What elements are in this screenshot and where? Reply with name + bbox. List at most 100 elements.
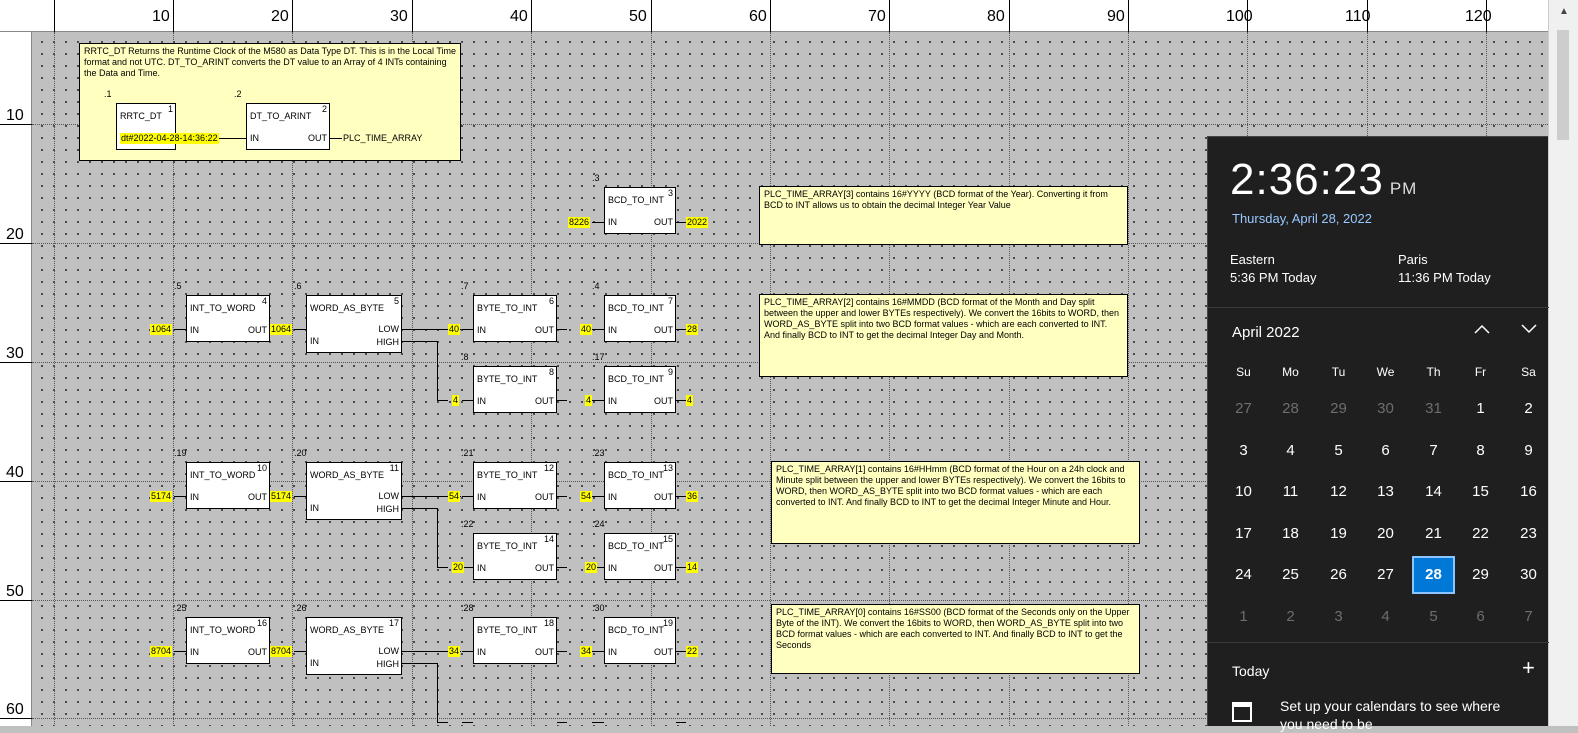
calendar-day-today[interactable]: 28 bbox=[1412, 556, 1455, 594]
calendar-day[interactable]: 2 bbox=[1505, 390, 1552, 428]
value-label: 4 bbox=[585, 395, 593, 406]
ruler-col-label: 40 bbox=[510, 8, 528, 25]
connection-wire bbox=[294, 496, 306, 497]
calendar-day[interactable]: 8 bbox=[1457, 432, 1504, 470]
block-index: .28 bbox=[461, 603, 474, 613]
block-name: BCD_TO_INT bbox=[608, 303, 664, 313]
function-block-bcd-to-int[interactable]: BCD_TO_INT 15 IN OUT bbox=[604, 533, 676, 580]
scroll-up-icon[interactable]: ▲ bbox=[1559, 6, 1569, 17]
connection-wire bbox=[402, 508, 438, 509]
calendar-day[interactable]: 30 bbox=[1362, 390, 1409, 428]
calendar-day[interactable]: 12 bbox=[1315, 473, 1362, 511]
month-label[interactable]: April 2022 bbox=[1232, 324, 1300, 341]
calendar-day[interactable]: 19 bbox=[1315, 515, 1362, 553]
block-number: 2 bbox=[321, 104, 327, 114]
function-block-bcd-to-int[interactable]: BCD_TO_INT 7 IN OUT bbox=[604, 295, 676, 342]
calendar-day[interactable]: 21 bbox=[1410, 515, 1457, 553]
calendar-day[interactable]: 23 bbox=[1505, 515, 1552, 553]
function-block-byte-to-int[interactable]: BYTE_TO_INT 8 IN OUT bbox=[473, 366, 557, 413]
connection-wire bbox=[676, 722, 686, 723]
function-block-word-as-byte[interactable]: WORD_AS_BYTE 11 IN LOW HIGH bbox=[306, 462, 402, 520]
function-block-byte-to-int[interactable]: BYTE_TO_INT 18 IN OUT bbox=[473, 617, 557, 664]
calendar-day[interactable]: 29 bbox=[1315, 390, 1362, 428]
function-block-bcd-to-int[interactable]: BCD_TO_INT 13 IN OUT bbox=[604, 462, 676, 509]
calendar-day[interactable]: 15 bbox=[1457, 473, 1504, 511]
calendar-day[interactable]: 1 bbox=[1457, 390, 1504, 428]
calendar-day[interactable]: 31 bbox=[1410, 390, 1457, 428]
calendar-day[interactable]: 27 bbox=[1220, 390, 1267, 428]
calendar-day[interactable]: 25 bbox=[1267, 556, 1314, 594]
weekday-label: Sa bbox=[1521, 365, 1536, 379]
function-block-word-as-byte[interactable]: WORD_AS_BYTE 17 IN LOW HIGH bbox=[306, 617, 402, 675]
connection-wire bbox=[437, 663, 438, 722]
pin-out: OUT bbox=[654, 325, 673, 335]
connection-wire bbox=[592, 496, 604, 497]
calendar-day[interactable]: 27 bbox=[1362, 556, 1409, 594]
scrollbar-thumb[interactable] bbox=[1557, 30, 1569, 140]
calendar-day[interactable]: 4 bbox=[1267, 432, 1314, 470]
block-name: BCD_TO_INT bbox=[608, 195, 664, 205]
pin-in: IN bbox=[477, 563, 486, 573]
function-block-bcd-to-int[interactable]: BCD_TO_INT 3 IN OUT bbox=[604, 187, 676, 234]
ruler-row-label: 10 bbox=[6, 107, 24, 124]
calendar-day[interactable]: 16 bbox=[1505, 473, 1552, 511]
block-number: 18 bbox=[543, 618, 554, 628]
calendar-day[interactable]: 3 bbox=[1315, 598, 1362, 636]
weekday-label: Su bbox=[1236, 365, 1251, 379]
function-block-byte-to-int[interactable]: BYTE_TO_INT 6 IN OUT bbox=[473, 295, 557, 342]
calendar-day[interactable]: 4 bbox=[1362, 598, 1409, 636]
calendar-day[interactable]: 17 bbox=[1220, 515, 1267, 553]
connection-wire bbox=[676, 329, 686, 330]
calendar-day[interactable]: 26 bbox=[1315, 556, 1362, 594]
comment-c5: PLC_TIME_ARRAY[0] contains 16#SS00 (BCD … bbox=[771, 604, 1140, 674]
calendar-day[interactable]: 10 bbox=[1220, 473, 1267, 511]
calendar-day[interactable]: 7 bbox=[1410, 432, 1457, 470]
setup-calendars-text[interactable]: Set up your calendars to see where you n… bbox=[1280, 697, 1520, 733]
block-number: 17 bbox=[388, 618, 399, 628]
calendar-day[interactable]: 20 bbox=[1362, 515, 1409, 553]
block-name: BYTE_TO_INT bbox=[477, 303, 538, 313]
function-block-int-to-word[interactable]: INT_TO_WORD 16 IN OUT bbox=[186, 617, 270, 664]
calendar-day[interactable]: 13 bbox=[1362, 473, 1409, 511]
calendar-day[interactable]: 5 bbox=[1315, 432, 1362, 470]
calendar-day[interactable]: 9 bbox=[1505, 432, 1552, 470]
calendar-day[interactable]: 6 bbox=[1362, 432, 1409, 470]
calendar-day[interactable]: 22 bbox=[1457, 515, 1504, 553]
value-label: 54 bbox=[448, 491, 461, 502]
function-block-int-to-word[interactable]: INT_TO_WORD 4 IN OUT bbox=[186, 295, 270, 342]
calendar-day[interactable]: 7 bbox=[1505, 598, 1552, 636]
date-link[interactable]: Thursday, April 28, 2022 bbox=[1232, 211, 1372, 226]
chevron-down-icon[interactable] bbox=[1521, 321, 1537, 339]
calendar-day[interactable]: 5 bbox=[1410, 598, 1457, 636]
function-block-bcd-to-int[interactable]: BCD_TO_INT 9 IN OUT bbox=[604, 366, 676, 413]
calendar-day[interactable]: 6 bbox=[1457, 598, 1504, 636]
ruler-tick bbox=[889, 0, 890, 32]
calendar-day[interactable]: 28 bbox=[1267, 390, 1314, 428]
vertical-scrollbar[interactable]: ▲ bbox=[1548, 0, 1578, 726]
calendar-day[interactable]: 1 bbox=[1220, 598, 1267, 636]
function-block-byte-to-int[interactable]: BYTE_TO_INT 14 IN OUT bbox=[473, 533, 557, 580]
calendar-day[interactable]: 2 bbox=[1267, 598, 1314, 636]
block-name: BCD_TO_INT bbox=[608, 541, 664, 551]
calendar-day[interactable]: 29 bbox=[1457, 556, 1504, 594]
connection-wire bbox=[592, 722, 604, 723]
function-block-byte-to-int[interactable]: BYTE_TO_INT 12 IN OUT bbox=[473, 462, 557, 509]
ruler-tick bbox=[412, 0, 413, 32]
pin-in: IN bbox=[190, 647, 199, 657]
calendar-day[interactable]: 24 bbox=[1220, 556, 1267, 594]
function-block-word-as-byte[interactable]: WORD_AS_BYTE 5 IN LOW HIGH bbox=[306, 295, 402, 353]
calendar-day[interactable]: 11 bbox=[1267, 473, 1314, 511]
chevron-up-icon[interactable] bbox=[1474, 321, 1490, 339]
calendar-day[interactable]: 14 bbox=[1410, 473, 1457, 511]
calendar-day[interactable]: 3 bbox=[1220, 432, 1267, 470]
calendar-day[interactable]: 30 bbox=[1505, 556, 1552, 594]
add-event-button[interactable]: + bbox=[1522, 657, 1535, 679]
value-label: 54 bbox=[580, 491, 593, 502]
function-block-dt-to-arint[interactable]: DT_TO_ARINT 2 IN OUT bbox=[246, 103, 330, 150]
function-block-int-to-word[interactable]: INT_TO_WORD 10 IN OUT bbox=[186, 462, 270, 509]
block-number: 8 bbox=[548, 367, 554, 377]
calendar-day[interactable]: 18 bbox=[1267, 515, 1314, 553]
ruler-col-label: 20 bbox=[271, 8, 289, 25]
value-label: 14 bbox=[686, 562, 699, 573]
function-block-bcd-to-int[interactable]: BCD_TO_INT 19 IN OUT bbox=[604, 617, 676, 664]
